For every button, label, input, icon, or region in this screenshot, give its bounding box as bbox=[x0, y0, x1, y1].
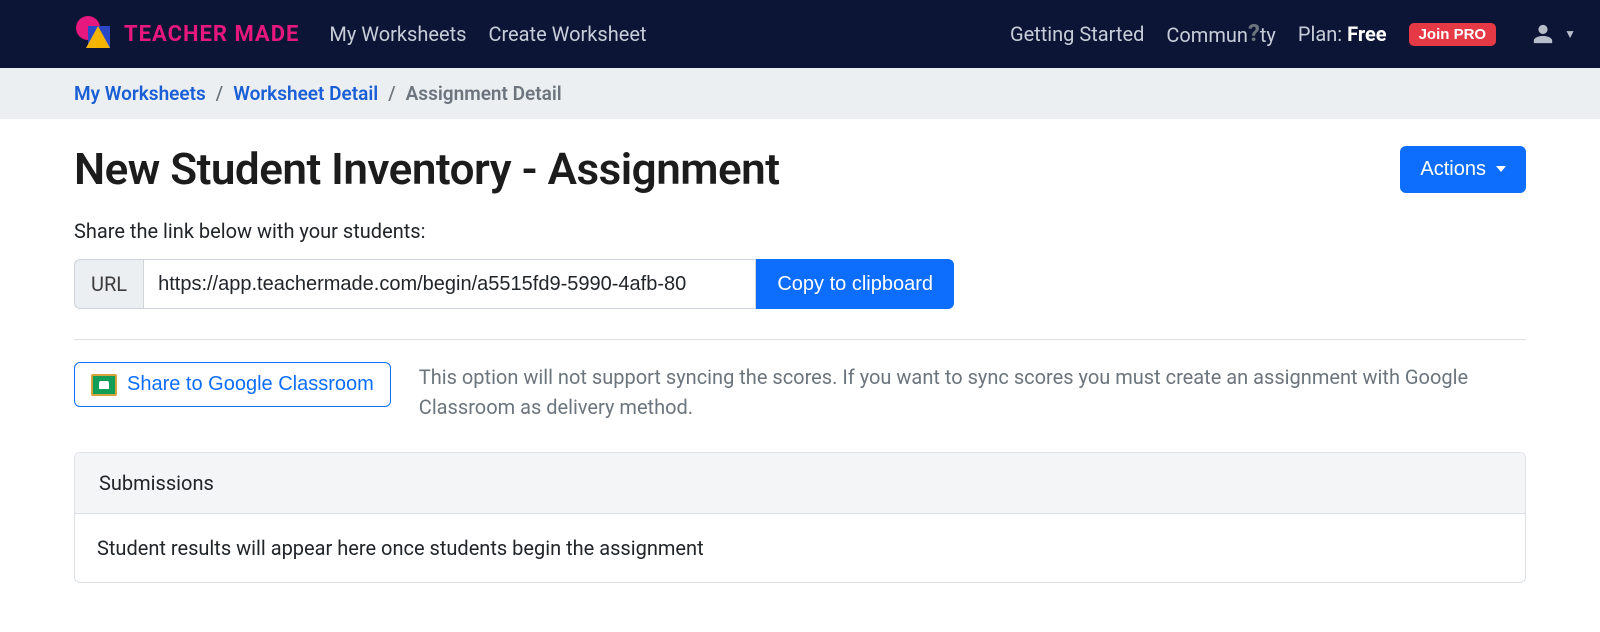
google-classroom-button-label: Share to Google Classroom bbox=[127, 373, 374, 396]
breadcrumb: My Worksheets / Worksheet Detail / Assig… bbox=[0, 68, 1600, 119]
nav-create-worksheet[interactable]: Create Worksheet bbox=[488, 22, 646, 46]
nav-my-worksheets[interactable]: My Worksheets bbox=[329, 22, 466, 46]
brand-logo[interactable]: TEACHER MADE bbox=[74, 14, 299, 54]
share-url-group: URL Copy to clipboard bbox=[74, 259, 954, 309]
actions-dropdown-button[interactable]: Actions bbox=[1400, 146, 1526, 193]
breadcrumb-assignment-detail: Assignment Detail bbox=[406, 82, 562, 105]
breadcrumb-separator: / bbox=[216, 82, 223, 105]
plan-indicator: Plan: Free bbox=[1298, 22, 1387, 46]
brand-logo-icon bbox=[74, 14, 114, 54]
plan-label: Plan: bbox=[1298, 22, 1347, 46]
help-icon: ? bbox=[1248, 19, 1260, 47]
submissions-header: Submissions bbox=[75, 453, 1525, 514]
breadcrumb-worksheet-detail[interactable]: Worksheet Detail bbox=[233, 82, 378, 105]
page-title: New Student Inventory - Assignment bbox=[74, 143, 780, 195]
user-icon bbox=[1532, 23, 1554, 45]
join-pro-button[interactable]: Join PRO bbox=[1409, 23, 1497, 46]
share-google-classroom-button[interactable]: Share to Google Classroom bbox=[74, 362, 391, 407]
submissions-panel: Submissions Student results will appear … bbox=[74, 452, 1526, 583]
nav-community-pre: Commun bbox=[1166, 23, 1248, 47]
nav-community[interactable]: Commun?ty bbox=[1166, 20, 1276, 48]
chevron-down-icon: ▼ bbox=[1564, 27, 1576, 41]
plan-value: Free bbox=[1347, 22, 1386, 46]
url-prefix-label: URL bbox=[74, 259, 143, 309]
user-menu[interactable]: ▼ bbox=[1532, 23, 1576, 45]
brand-name: TEACHER MADE bbox=[124, 22, 299, 47]
share-url-input[interactable] bbox=[143, 259, 756, 309]
top-navbar: TEACHER MADE My Worksheets Create Worksh… bbox=[0, 0, 1600, 68]
copy-to-clipboard-button[interactable]: Copy to clipboard bbox=[756, 259, 954, 309]
share-instruction: Share the link below with your students: bbox=[74, 219, 1526, 243]
breadcrumb-my-worksheets[interactable]: My Worksheets bbox=[74, 82, 206, 105]
nav-left-group: My Worksheets Create Worksheet bbox=[329, 22, 646, 46]
nav-community-post: ty bbox=[1260, 23, 1276, 47]
nav-right-group: Getting Started Commun?ty Plan: Free Joi… bbox=[1010, 20, 1576, 48]
google-classroom-icon bbox=[91, 374, 117, 396]
title-row: New Student Inventory - Assignment Actio… bbox=[74, 143, 1526, 195]
submissions-empty-state: Student results will appear here once st… bbox=[75, 514, 1525, 582]
breadcrumb-separator: / bbox=[388, 82, 395, 105]
actions-label: Actions bbox=[1420, 158, 1486, 181]
google-classroom-note: This option will not support syncing the… bbox=[419, 362, 1526, 422]
google-classroom-row: Share to Google Classroom This option wi… bbox=[74, 362, 1526, 422]
nav-getting-started[interactable]: Getting Started bbox=[1010, 22, 1144, 46]
main-content: New Student Inventory - Assignment Actio… bbox=[0, 119, 1600, 623]
section-divider bbox=[74, 339, 1526, 340]
